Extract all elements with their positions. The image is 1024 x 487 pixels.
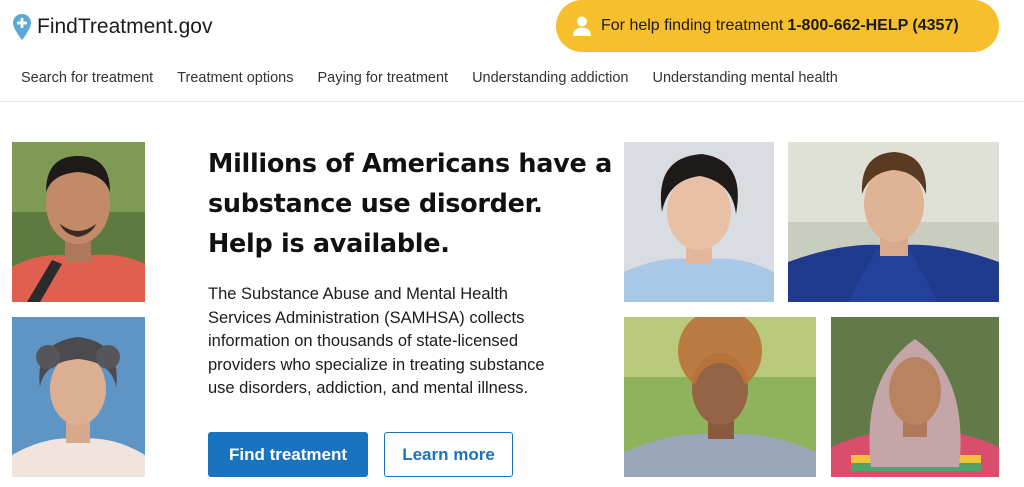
person-icon bbox=[573, 16, 591, 36]
portrait-photo-man-2 bbox=[788, 142, 999, 302]
nav-understanding-mental-health[interactable]: Understanding mental health bbox=[652, 70, 837, 90]
find-treatment-button[interactable]: Find treatment bbox=[208, 432, 368, 477]
hero-headline: Millions of Americans have a substance u… bbox=[208, 144, 612, 264]
nav-paying-for-treatment[interactable]: Paying for treatment bbox=[318, 70, 449, 90]
description-line-5: use disorders, addiction, and mental ill… bbox=[208, 379, 529, 397]
site-logo[interactable]: FindTreatment.gov bbox=[12, 13, 212, 41]
nav-understanding-addiction[interactable]: Understanding addiction bbox=[472, 70, 628, 90]
headline-line-2: substance use disorder. bbox=[208, 189, 543, 219]
headline-line-1: Millions of Americans have a bbox=[208, 149, 612, 179]
helpline-banner[interactable]: For help finding treatment 1-800-662-HEL… bbox=[556, 0, 999, 52]
description-line-1: The Substance Abuse and Mental Health bbox=[208, 285, 508, 303]
map-pin-plus-icon bbox=[13, 14, 31, 40]
main-nav: Search for treatment Treatment options P… bbox=[0, 70, 841, 90]
helpline-number[interactable]: 1-800-662-HELP (4357) bbox=[787, 17, 958, 35]
portrait-photo-woman-4 bbox=[831, 317, 999, 477]
portrait-photo-woman-2 bbox=[624, 142, 774, 302]
helpline-lead: For help finding treatment bbox=[601, 17, 784, 34]
logo-text: FindTreatment.gov bbox=[37, 15, 213, 38]
portrait-photo-woman-1 bbox=[12, 317, 145, 477]
learn-more-button[interactable]: Learn more bbox=[384, 432, 513, 477]
description-line-3: information on thousands of state-licens… bbox=[208, 332, 519, 350]
portrait-photo-man-1 bbox=[12, 142, 145, 302]
headline-line-3: Help is available. bbox=[208, 229, 450, 259]
nav-treatment-options[interactable]: Treatment options bbox=[177, 70, 293, 90]
hero-description: The Substance Abuse and Mental Health Se… bbox=[208, 283, 568, 401]
description-line-2: Services Administration (SAMHSA) collect… bbox=[208, 308, 525, 327]
site-header: FindTreatment.gov For help finding treat… bbox=[0, 0, 1024, 102]
nav-search-for-treatment[interactable]: Search for treatment bbox=[21, 70, 153, 90]
description-line-4: providers who specialize in treating sub… bbox=[208, 355, 545, 374]
portrait-photo-woman-3 bbox=[624, 317, 816, 477]
